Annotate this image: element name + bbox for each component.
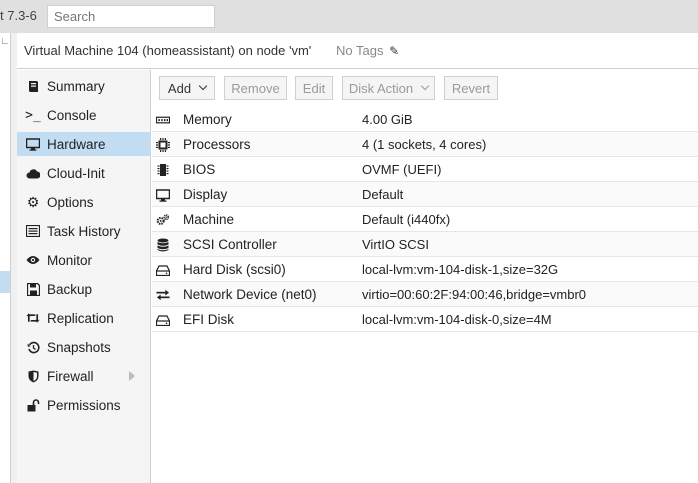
- page-title: Virtual Machine 104 (homeassistant) on n…: [24, 43, 312, 58]
- sidebar-item-label: Firewall: [47, 368, 94, 384]
- floppy-icon: [26, 282, 40, 296]
- search-input[interactable]: [47, 5, 215, 28]
- retweet-icon: [26, 311, 40, 325]
- row-value: Default (i440fx): [362, 212, 451, 227]
- revert-button[interactable]: Revert: [444, 76, 498, 100]
- tree-selected-node[interactable]: [0, 271, 10, 293]
- row-name: BIOS: [183, 162, 216, 177]
- sidebar-item-label: Task History: [47, 223, 121, 239]
- memory-icon: [156, 113, 170, 127]
- row-value: 4 (1 sockets, 4 cores): [362, 137, 487, 152]
- tags-label: No Tags: [336, 43, 384, 58]
- vm-sidebar: Summary >_ Console Hardware Cloud-Init ⚙…: [17, 70, 151, 483]
- sidebar-item-label: Monitor: [47, 252, 93, 268]
- sidebar-item-label: Hardware: [47, 136, 106, 152]
- add-button[interactable]: Add: [159, 76, 215, 100]
- sidebar-item-label: Console: [47, 107, 97, 123]
- sidebar-item-backup[interactable]: Backup: [17, 277, 151, 301]
- gear-icon: ⚙: [26, 193, 40, 210]
- row-value: local-lvm:vm-104-disk-1,size=32G: [362, 262, 559, 277]
- row-value: virtio=00:60:2F:94:00:46,bridge=vmbr0: [362, 287, 587, 302]
- row-name: SCSI Controller: [183, 237, 277, 252]
- row-value: 4.00 GiB: [362, 112, 413, 127]
- sidebar-item-snapshots[interactable]: Snapshots: [17, 335, 151, 359]
- disk-action-button[interactable]: Disk Action: [342, 76, 435, 100]
- remove-button[interactable]: Remove: [224, 76, 287, 100]
- hdd-icon: [156, 313, 170, 327]
- row-name: Processors: [183, 137, 251, 152]
- sidebar-item-label: Permissions: [47, 397, 121, 413]
- cloud-icon: [26, 166, 40, 180]
- row-value: Default: [362, 187, 404, 202]
- table-row[interactable]: Display Default: [152, 182, 698, 207]
- row-name: Hard Disk (scsi0): [183, 262, 286, 277]
- sidebar-item-monitor[interactable]: Monitor: [17, 248, 151, 272]
- table-row[interactable]: Machine Default (i440fx): [152, 207, 698, 232]
- resource-tree[interactable]: ∟: [0, 33, 11, 483]
- database-icon: [156, 238, 170, 252]
- monitor-icon: [156, 188, 170, 202]
- cogs-icon: [156, 213, 170, 227]
- table-row[interactable]: SCSI Controller VirtIO SCSI: [152, 232, 698, 257]
- row-name: Machine: [183, 212, 235, 227]
- row-name: EFI Disk: [183, 312, 235, 327]
- edit-button[interactable]: Edit: [295, 76, 333, 100]
- hdd-icon: [156, 263, 170, 277]
- sidebar-item-label: Options: [47, 194, 94, 210]
- sidebar-item-label: Snapshots: [47, 339, 111, 355]
- unlock-icon: [26, 398, 40, 412]
- disk-action-label: Disk Action: [348, 80, 414, 96]
- panel-header: Virtual Machine 104 (homeassistant) on n…: [17, 33, 698, 69]
- table-row[interactable]: Processors 4 (1 sockets, 4 cores): [152, 132, 698, 157]
- terminal-icon: >_: [25, 107, 41, 123]
- cpu-icon: [156, 138, 170, 152]
- add-button-label: Add: [167, 80, 192, 96]
- desktop-icon: [26, 137, 40, 151]
- hardware-grid: Memory 4.00 GiB Processors 4 (1 sockets,…: [152, 107, 698, 332]
- tree-collapse-icon[interactable]: ∟: [0, 36, 10, 47]
- shield-icon: [26, 369, 40, 383]
- book-icon: [26, 79, 40, 93]
- table-row[interactable]: Network Device (net0) virtio=00:60:2F:94…: [152, 282, 698, 307]
- sidebar-item-summary[interactable]: Summary: [17, 74, 151, 98]
- sidebar-item-hardware[interactable]: Hardware: [17, 132, 151, 156]
- row-name: Network Device (net0): [183, 287, 317, 302]
- sidebar-item-console[interactable]: >_ Console: [17, 103, 151, 127]
- sidebar-item-label: Replication: [47, 310, 114, 326]
- sidebar-item-task-history[interactable]: Task History: [17, 219, 151, 243]
- row-value: local-lvm:vm-104-disk-0,size=4M: [362, 312, 552, 327]
- row-name: Display: [183, 187, 228, 202]
- sidebar-item-cloud-init[interactable]: Cloud-Init: [17, 161, 151, 185]
- sidebar-item-label: Backup: [47, 281, 93, 297]
- table-row[interactable]: EFI Disk local-lvm:vm-104-disk-0,size=4M: [152, 307, 698, 332]
- sidebar-item-label: Summary: [47, 78, 105, 94]
- row-value: OVMF (UEFI): [362, 162, 442, 177]
- list-icon: [26, 224, 40, 238]
- top-bar: t 7.3-6: [0, 0, 698, 33]
- sidebar-item-permissions[interactable]: Permissions: [17, 393, 151, 417]
- history-icon: [26, 340, 40, 354]
- eye-icon: [26, 253, 40, 267]
- sidebar-item-firewall[interactable]: Firewall: [17, 364, 151, 388]
- sidebar-item-replication[interactable]: Replication: [17, 306, 151, 330]
- sidebar-item-label: Cloud-Init: [47, 165, 105, 181]
- version-label: t 7.3-6: [0, 8, 37, 23]
- tags-editor[interactable]: No Tags ✎: [336, 43, 399, 58]
- table-row[interactable]: Hard Disk (scsi0) local-lvm:vm-104-disk-…: [152, 257, 698, 282]
- sidebar-item-options[interactable]: ⚙ Options: [17, 190, 151, 214]
- chip-icon: [156, 163, 170, 177]
- chevron-down-icon: [198, 81, 208, 91]
- row-value: VirtIO SCSI: [362, 237, 429, 252]
- exchange-icon: [156, 288, 170, 302]
- pencil-icon[interactable]: ✎: [389, 44, 399, 58]
- submenu-arrow-icon[interactable]: [129, 371, 135, 381]
- table-row[interactable]: BIOS OVMF (UEFI): [152, 157, 698, 182]
- hardware-toolbar: Add Remove Edit Disk Action Revert: [152, 70, 698, 104]
- row-name: Memory: [183, 112, 232, 127]
- chevron-down-icon: [420, 81, 430, 91]
- table-row[interactable]: Memory 4.00 GiB: [152, 107, 698, 132]
